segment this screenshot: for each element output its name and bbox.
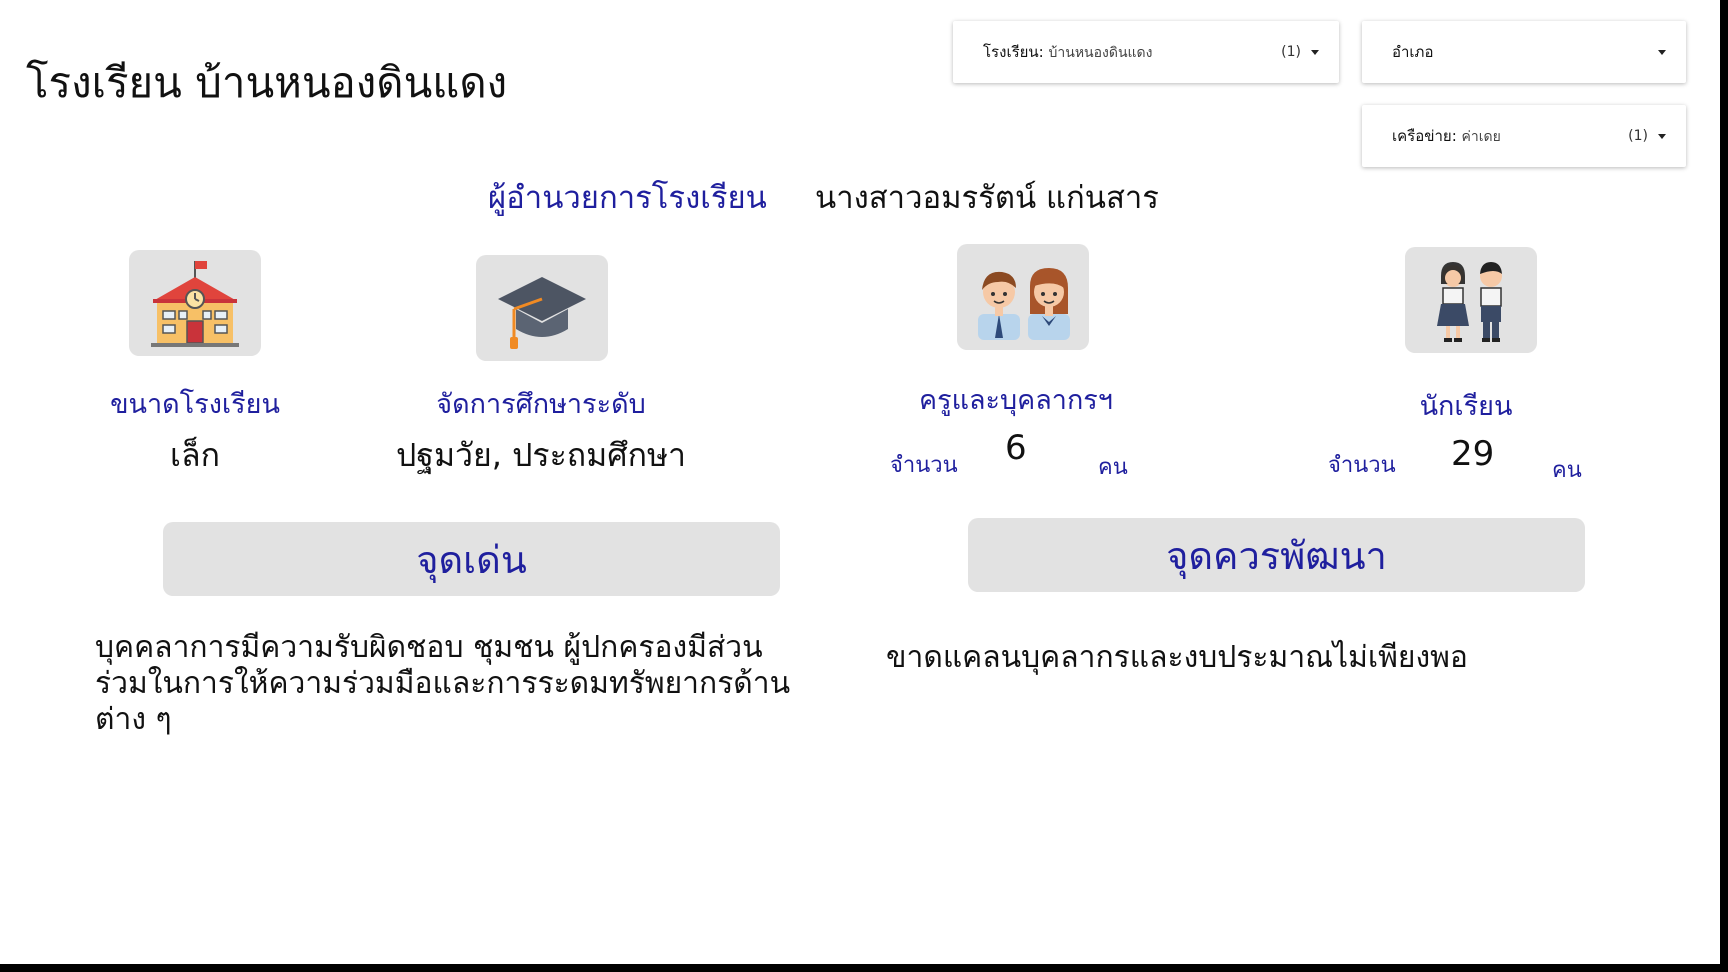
school-building-icon bbox=[151, 261, 239, 347]
teachers-icon-box bbox=[957, 244, 1089, 350]
chevron-down-icon bbox=[1658, 49, 1666, 55]
strengths-line-2: ร่วมในการให้ความร่วมมือและการระดมทรัพยาก… bbox=[95, 666, 791, 701]
teachers-count-label: จำนวน bbox=[890, 453, 958, 478]
students-unit: คน bbox=[1552, 458, 1582, 483]
network-filter-dropdown[interactable]: เครือข่าย: ค่าเดย (1) bbox=[1362, 105, 1686, 167]
students-count: 29 bbox=[1451, 434, 1495, 474]
education-level-icon-box bbox=[476, 255, 608, 361]
director-label: ผู้อำนวยการโรงเรียน bbox=[488, 180, 767, 216]
chevron-down-icon bbox=[1658, 133, 1666, 139]
teachers-count: 6 bbox=[1005, 428, 1027, 468]
chevron-down-icon bbox=[1311, 49, 1319, 55]
students-label: นักเรียน bbox=[1419, 391, 1513, 422]
district-filter-dropdown[interactable]: อำเภอ bbox=[1362, 21, 1686, 83]
school-filter-count: (1) bbox=[1281, 44, 1301, 60]
graduation-cap-icon bbox=[498, 277, 586, 349]
teachers-unit: คน bbox=[1098, 455, 1128, 480]
district-filter-label: อำเภอ bbox=[1392, 43, 1434, 61]
strengths-line-1: บุคคลาการมีความรับผิดชอบ ชุมชน ผู้ปกครอง… bbox=[95, 630, 763, 665]
school-filter-dropdown[interactable]: โรงเรียน: บ้านหนองดินแดง (1) bbox=[953, 21, 1339, 83]
school-size-label: ขนาดโรงเรียน bbox=[110, 389, 280, 420]
school-filter-label: โรงเรียน bbox=[983, 43, 1039, 61]
strengths-heading: จุดเด่น bbox=[163, 522, 780, 596]
page-title: โรงเรียน บ้านหนองดินแดง bbox=[26, 58, 508, 107]
improvements-text: ขาดแคลนบุคลากรและงบประมาณไม่เพียงพอ bbox=[886, 640, 1468, 675]
school-size-value: เล็ก bbox=[170, 436, 220, 474]
school-filter-value: บ้านหนองดินแดง bbox=[1048, 45, 1153, 61]
network-filter-count: (1) bbox=[1628, 128, 1648, 144]
school-size-icon-box bbox=[129, 250, 261, 356]
teachers-label: ครูและบุคลากรฯ bbox=[919, 385, 1113, 416]
students-count-label: จำนวน bbox=[1328, 453, 1396, 478]
network-filter-value: ค่าเดย bbox=[1461, 129, 1501, 145]
teachers-icon bbox=[978, 268, 1070, 340]
dashboard-canvas: โรงเรียน บ้านหนองดินแดง โรงเรียน: บ้านหน… bbox=[0, 0, 1720, 964]
director-name: นางสาวอมรรัตน์ แก่นสาร bbox=[815, 180, 1159, 216]
students-icon bbox=[1437, 262, 1502, 342]
strengths-line-3: ต่าง ๆ bbox=[95, 702, 172, 737]
network-filter-text: เครือข่าย: ค่าเดย bbox=[1392, 127, 1501, 145]
strengths-text: บุคคลาการมีความรับผิดชอบ ชุมชน ผู้ปกครอง… bbox=[95, 630, 875, 738]
improvements-heading: จุดควรพัฒนา bbox=[968, 518, 1585, 592]
students-icon-box bbox=[1405, 247, 1537, 353]
network-filter-label: เครือข่าย bbox=[1392, 127, 1452, 145]
education-level-label: จัดการศึกษาระดับ bbox=[436, 389, 646, 420]
school-filter-text: โรงเรียน: บ้านหนองดินแดง bbox=[983, 43, 1153, 61]
education-level-value: ปฐมวัย, ประถมศึกษา bbox=[395, 436, 687, 474]
